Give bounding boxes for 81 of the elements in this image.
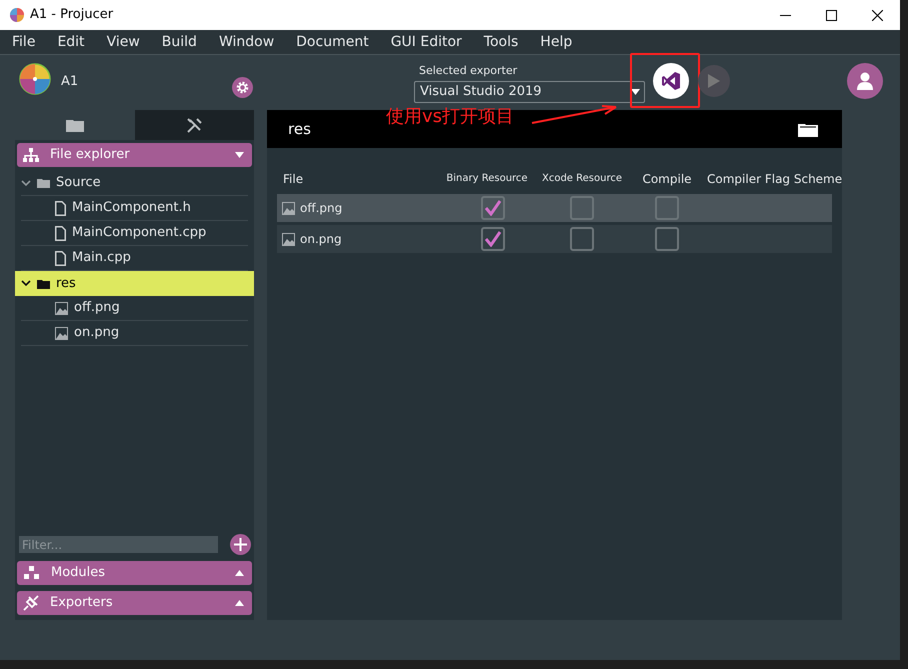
play-icon [708,74,720,88]
tools-icon [186,118,202,132]
tree-item-label: off.png [74,299,120,318]
project-logo-icon [19,63,51,95]
image-icon [55,326,68,340]
panel-header[interactable]: Modules [17,561,252,585]
column-header: File [282,170,304,188]
project-name: A1 [61,73,78,91]
tree-item[interactable]: off.png [21,296,248,321]
checkbox[interactable] [570,196,594,220]
exporter-label: Selected exporter [419,63,518,79]
tree-item-label: Main.cpp [72,249,131,268]
filter-field[interactable]: Filter... [19,536,218,553]
caret-icon [235,600,244,606]
app-logo-icon [9,7,25,23]
file-name: on.png [300,231,342,248]
settings-icon [236,81,249,94]
column-header: Compile [641,170,693,188]
plus-icon [234,538,248,551]
menu-item[interactable]: GUI Editor [390,32,462,52]
tree-item-label: MainComponent.cpp [72,224,206,242]
add-button[interactable] [230,534,251,555]
column-header: Binary Resource [445,172,529,186]
tree-item[interactable]: res [15,271,254,296]
chevron-icon[interactable] [21,280,31,287]
caret-icon [235,570,244,576]
tree-item-label: Source [56,174,101,192]
tree-item-label: MainComponent.h [72,199,191,218]
folder-icon [37,278,50,288]
close-icon [872,10,882,20]
checkbox[interactable] [655,196,679,220]
table-row[interactable]: off.png [277,194,832,222]
file-name: off.png [300,200,342,217]
user-avatar-icon[interactable] [847,63,883,99]
menu-item[interactable]: Window [218,32,274,52]
tree-item[interactable]: Source [21,171,248,196]
checkbox[interactable] [655,227,679,251]
menu-item[interactable]: Tools [484,32,518,52]
menu-item[interactable]: File [12,32,36,52]
maximize-icon [826,10,836,20]
menu-item[interactable]: Edit [57,32,85,52]
content-title: res [288,118,311,140]
open-in-ide-button[interactable] [653,62,689,98]
menu-item[interactable]: Help [540,32,572,52]
tree-item-label: on.png [74,324,120,342]
minimize-icon [780,14,790,16]
caret-icon [235,152,244,158]
visual-studio-icon [661,70,681,90]
annotation-text: 使用vs打开项目 [386,105,514,129]
tree-item-label: res [56,274,76,293]
image-icon [55,302,68,314]
menu-item[interactable]: Build [162,32,197,52]
image-icon [282,202,295,214]
checkbox[interactable] [481,227,505,251]
plug-icon [23,595,39,611]
settings-button[interactable] [232,77,253,98]
column-header: Xcode Resource [540,172,623,186]
table-row[interactable]: on.png [277,225,832,253]
person-icon [855,71,875,91]
tree-item[interactable]: MainComponent.cpp [21,221,248,246]
document-icon [55,226,66,240]
image-icon [282,232,295,246]
checkbox[interactable] [570,227,594,251]
document-icon [55,200,66,216]
checkbox[interactable] [481,196,505,220]
folder-icon[interactable] [798,122,818,136]
hierarchy-icon [23,148,39,162]
folder-icon [37,178,50,188]
exporter-dropdown[interactable]: Visual Studio 2019 [414,80,645,102]
tree-item[interactable]: MainComponent.h [21,196,248,221]
menu-item[interactable]: Document [296,32,369,52]
caret-icon [631,88,640,94]
tree-item[interactable]: on.png [21,321,248,346]
menu-item[interactable]: View [106,32,140,52]
column-header: Compiler Flag Scheme [707,170,844,188]
file-explorer-header[interactable]: File explorer [17,143,252,167]
document-icon [55,250,66,266]
folder-icon [66,118,84,132]
cubes-icon [23,566,40,580]
panel-header[interactable]: Exporters [17,591,252,615]
window-title: A1 - Projucer [30,6,114,24]
